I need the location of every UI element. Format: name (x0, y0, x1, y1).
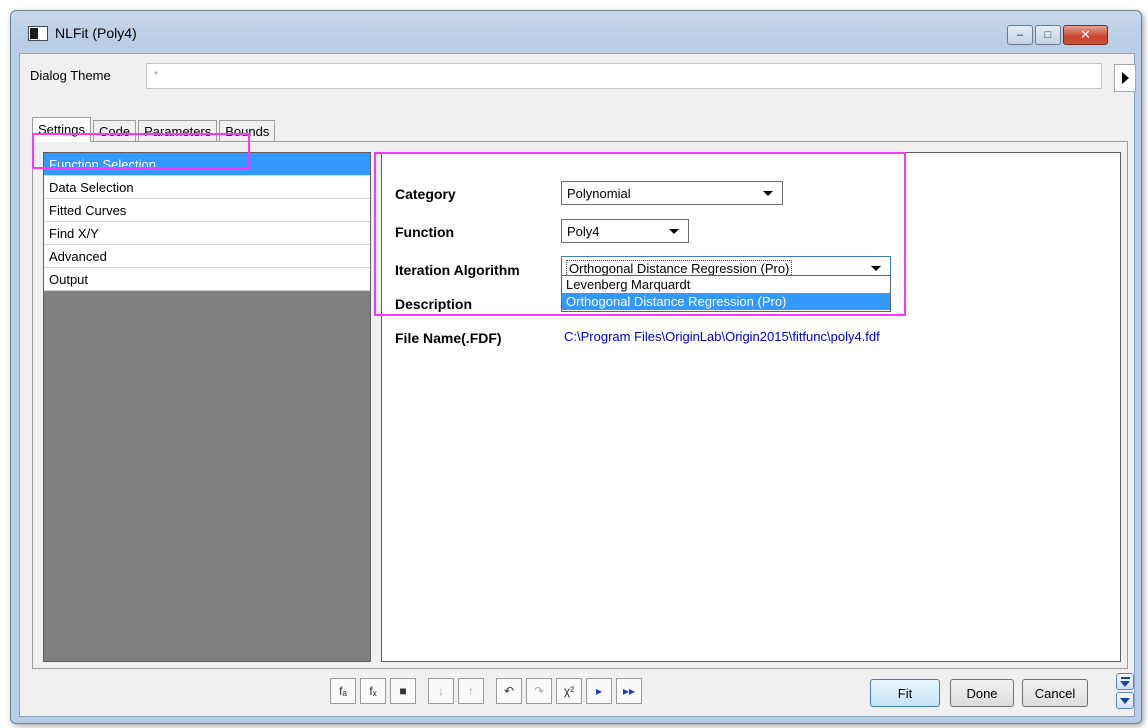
chevron-down-icon (763, 191, 773, 196)
undo-button[interactable]: ↶ (496, 678, 522, 704)
maximize-icon: □ (1044, 29, 1052, 41)
redo-icon: ↷ (533, 684, 545, 698)
fit-button[interactable]: Fit (870, 679, 940, 707)
settings-tree: Function Selection Data Selection Fitted… (43, 152, 371, 662)
fx-function-icon: fₓ (369, 684, 377, 698)
sort-down-icon: ↓ (438, 684, 444, 698)
chevron-down-icon (1120, 697, 1130, 704)
maximize-button[interactable]: □ (1035, 25, 1061, 45)
redo-button[interactable]: ↷ (526, 678, 552, 704)
function-selection-pane: Category Polynomial Function Poly4 Itera… (381, 152, 1121, 662)
sidebar-item-function-selection[interactable]: Function Selection (44, 153, 370, 176)
chi-square-button[interactable]: χ² (556, 678, 582, 704)
tab-parameters[interactable]: Parameters (138, 120, 218, 142)
tab-bar: Settings Code Parameters Bounds (32, 117, 277, 142)
dialog-client-area: Dialog Theme * Settings Code Parameters … (19, 53, 1136, 717)
category-select[interactable]: Polynomial (561, 181, 783, 205)
description-label: Description (395, 296, 473, 312)
play-arrow-icon (1121, 72, 1129, 84)
fx-function-button[interactable]: fₓ (360, 678, 386, 704)
window-title: NLFit (Poly4) (55, 25, 137, 41)
sidebar-item-output[interactable]: Output (44, 268, 370, 291)
theme-menu-button[interactable] (1114, 64, 1136, 92)
fx-edit-button[interactable]: fₐ (330, 678, 356, 704)
sidebar-item-advanced[interactable]: Advanced (44, 245, 370, 268)
chevron-down-icon (871, 266, 881, 271)
fit-one-iteration-button[interactable]: ▸ (586, 678, 612, 704)
collapse-line-icon (1121, 677, 1130, 679)
tab-bounds[interactable]: Bounds (219, 120, 276, 142)
dialog-theme-input[interactable]: * (146, 63, 1102, 89)
sidebar-item-data-selection[interactable]: Data Selection (44, 176, 370, 199)
sort-down-button[interactable]: ↓ (428, 678, 454, 704)
filename-link[interactable]: C:\Program Files\OriginLab\Origin2015\fi… (564, 329, 880, 344)
chi-square-icon: χ² (563, 684, 575, 698)
chevron-down-icon (1120, 681, 1130, 687)
tab-settings[interactable]: Settings (32, 117, 91, 142)
sort-up-icon: ↑ (468, 684, 474, 698)
expand-button[interactable] (1116, 692, 1134, 709)
sidebar-item-fitted-curves[interactable]: Fitted Curves (44, 199, 370, 222)
minimize-button[interactable]: – (1007, 25, 1033, 45)
app-icon (28, 26, 48, 41)
dialog-theme-label: Dialog Theme (30, 68, 111, 83)
settings-panel: Function Selection Data Selection Fitted… (32, 141, 1128, 669)
function-select[interactable]: Poly4 (561, 219, 689, 243)
done-button[interactable]: Done (950, 679, 1014, 707)
fit-one-iteration-icon: ▸ (595, 684, 603, 698)
undo-icon: ↶ (503, 684, 515, 698)
collapse-button[interactable] (1116, 673, 1134, 690)
save-button[interactable]: ■ (390, 678, 416, 704)
tab-code[interactable]: Code (92, 120, 137, 142)
sort-up-button[interactable]: ↑ (458, 678, 484, 704)
iteration-algorithm-dropdown: Levenberg Marquardt Orthogonal Distance … (561, 275, 891, 312)
fx-edit-icon: fₐ (339, 684, 347, 698)
category-label: Category (395, 186, 456, 202)
minimize-icon: – (1016, 29, 1024, 41)
iteration-algorithm-value: Orthogonal Distance Regression (Pro) (565, 260, 793, 277)
close-icon: ✕ (1080, 27, 1091, 42)
option-orthogonal-distance-regression[interactable]: Orthogonal Distance Regression (Pro) (562, 293, 890, 310)
save-icon: ■ (399, 684, 407, 698)
title-bar[interactable]: NLFit (Poly4) – □ ✕ (11, 11, 1141, 47)
filename-label: File Name(.FDF) (395, 330, 502, 346)
nlfit-dialog: NLFit (Poly4) – □ ✕ Dialog Theme * Setti… (10, 10, 1142, 724)
sidebar-item-find-xy[interactable]: Find X/Y (44, 222, 370, 245)
function-value: Poly4 (567, 224, 600, 239)
category-value: Polynomial (567, 186, 631, 201)
close-button[interactable]: ✕ (1063, 25, 1108, 45)
iteration-algorithm-label: Iteration Algorithm (395, 262, 520, 278)
cancel-button[interactable]: Cancel (1022, 679, 1088, 707)
chevron-down-icon (669, 229, 679, 234)
fit-until-converged-button[interactable]: ▸▸ (616, 678, 642, 704)
option-levenberg-marquardt[interactable]: Levenberg Marquardt (562, 276, 890, 293)
function-label: Function (395, 224, 455, 240)
fit-until-converged-icon: ▸▸ (622, 684, 636, 698)
